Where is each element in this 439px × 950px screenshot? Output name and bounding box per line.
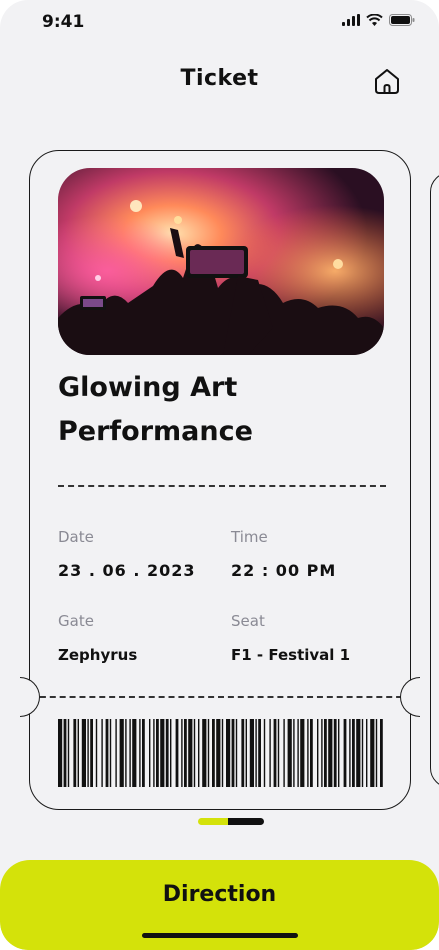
seat-value: F1 - Festival 1 [231,646,351,664]
seat-label: Seat [231,612,265,630]
gate-label: Gate [58,612,94,630]
battery-icon [389,14,415,26]
time-label: Time [231,528,268,546]
right-notch [400,677,420,717]
direction-label: Direction [162,882,277,907]
date-label: Date [58,528,94,546]
next-ticket-peek[interactable] [430,172,439,788]
left-notch [20,677,40,717]
wifi-icon [366,14,383,26]
signal-icon [342,14,360,26]
pager-active [198,818,228,825]
event-title: Glowing Art Performance [58,372,253,447]
time-value: 22 : 00 PM [231,561,337,580]
status-time: 9:41 [42,12,85,32]
home-indicator [142,933,298,938]
pager [198,818,264,825]
perforation [30,696,412,698]
ticket-screen: 9:41 Ticket Glowing Art Performance Date… [0,0,439,950]
home-icon[interactable] [372,66,402,96]
ticket-card[interactable]: Glowing Art Performance Date 23 . 06 . 2… [20,150,420,810]
event-photo [58,168,384,355]
divider [58,485,386,487]
pager-track [228,818,264,825]
barcode [58,719,383,787]
date-value: 23 . 06 . 2023 [58,561,196,580]
gate-value: Zephyrus [58,646,138,664]
status-icons [342,14,415,26]
